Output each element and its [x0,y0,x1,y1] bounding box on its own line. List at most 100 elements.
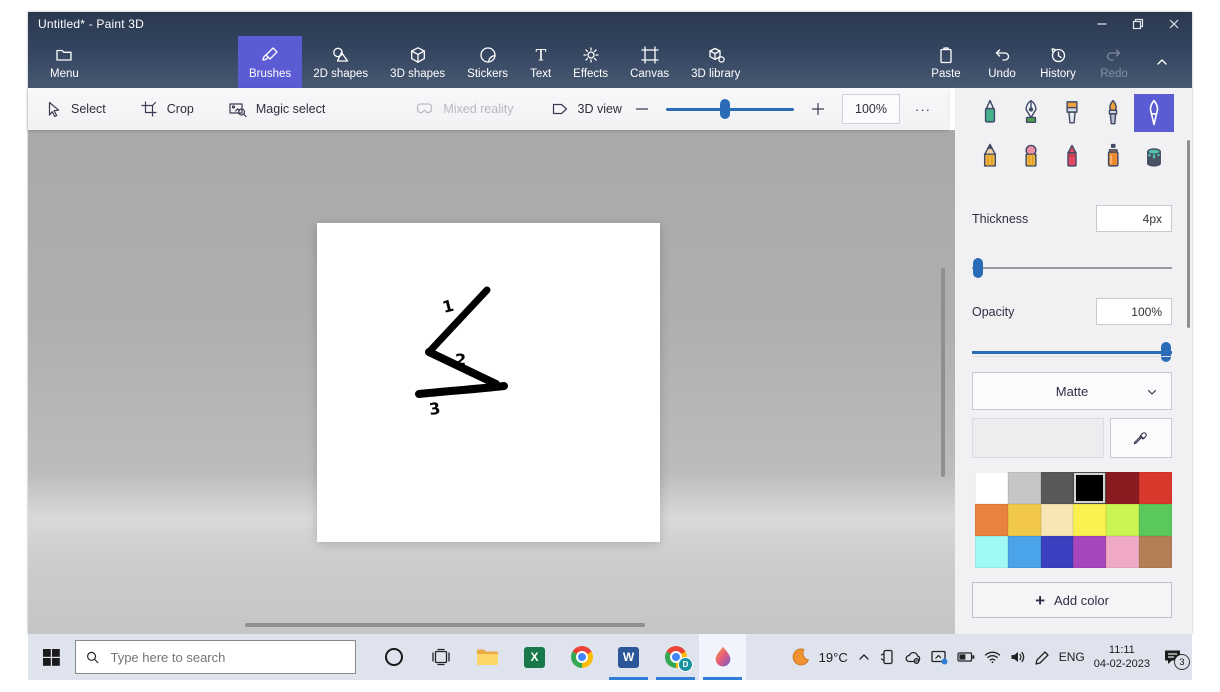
chrome-button[interactable] [558,634,605,680]
wifi-button[interactable] [984,650,1001,664]
opacity-input[interactable]: 100% [1096,298,1172,325]
workspace-vertical-scrollbar[interactable] [941,268,945,477]
workspace-horizontal-scrollbar[interactable] [245,623,645,627]
thickness-slider-thumb[interactable] [973,258,983,278]
color-swatch[interactable] [1040,536,1074,568]
taskbar-search[interactable] [75,640,356,674]
tab-3d-library[interactable]: 3D library [680,36,751,88]
your-phone-button[interactable] [880,649,895,665]
battery-button[interactable] [957,651,975,663]
minimize-button[interactable] [1084,12,1120,36]
magic-select-button[interactable]: Magic select [228,100,325,118]
action-center-button[interactable]: 3 [1163,649,1190,670]
redo-button[interactable]: Redo [1086,36,1142,88]
weather-widget[interactable] [792,648,810,666]
tool-eraser[interactable] [1011,138,1051,176]
task-view-button[interactable] [417,634,464,680]
select-button[interactable]: Select [44,100,106,118]
excel-button[interactable]: X [511,634,558,680]
menu-button[interactable]: Menu [42,36,87,88]
color-swatch[interactable] [1139,472,1172,504]
tool-pencil[interactable] [970,138,1010,176]
crop-button[interactable]: Crop [140,100,194,118]
word-button[interactable]: W [605,634,652,680]
search-input[interactable] [108,648,345,666]
color-swatch[interactable] [1139,536,1172,568]
temperature-label[interactable]: 19°C [819,650,848,665]
color-swatch[interactable] [1139,504,1172,536]
zoom-slider-thumb[interactable] [719,99,730,119]
color-swatch[interactable] [975,504,1008,536]
eyedropper-button[interactable] [1110,418,1172,458]
tool-marker[interactable] [970,94,1010,132]
zoom-slider[interactable] [666,99,794,119]
close-button[interactable] [1156,12,1192,36]
tool-fill[interactable] [1134,138,1174,176]
tab-2d-shapes[interactable]: 2D shapes [302,36,379,88]
paint3d-taskbar-button[interactable] [699,634,746,680]
collapse-ribbon-button[interactable] [1142,36,1182,88]
color-swatch[interactable] [1106,504,1140,536]
thickness-input[interactable]: 4px [1096,205,1172,232]
language-indicator[interactable]: ENG [1059,650,1085,664]
tray-expand-button[interactable] [857,650,871,664]
screen-share-button[interactable] [931,650,948,665]
doodle-label-3: 3 [428,399,442,419]
undo-button[interactable]: Undo [974,36,1030,88]
color-swatch[interactable] [1073,504,1107,536]
color-swatch[interactable] [1007,504,1041,536]
color-swatch[interactable] [1007,536,1041,568]
clock-widget[interactable]: 11:11 04-02-2023 [1094,643,1150,672]
start-button[interactable] [28,634,75,680]
pixel-pen-icon [1149,99,1159,126]
volume-button[interactable] [1010,650,1026,664]
color-swatch-selected[interactable] [1073,472,1107,504]
3d-view-button[interactable]: 3D view [550,100,622,118]
tool-spray-can[interactable] [1093,138,1133,176]
profile-d-badge: D [678,657,693,672]
color-swatch[interactable] [1040,472,1074,504]
tab-canvas[interactable]: Canvas [619,36,680,88]
zoom-value[interactable]: 100% [842,94,900,124]
material-dropdown[interactable]: Matte [972,372,1172,410]
chrome-profile-button[interactable]: D [652,634,699,680]
tab-3d-shapes[interactable]: 3D shapes [379,36,456,88]
tab-effects[interactable]: Effects [562,36,619,88]
tab-stickers[interactable]: Stickers [456,36,519,88]
pen-settings-button[interactable] [1035,650,1050,665]
color-swatch[interactable] [1007,472,1041,504]
color-swatch[interactable] [975,536,1008,568]
tool-crayon[interactable] [1052,138,1092,176]
mixed-reality-button[interactable]: Mixed reality [415,100,514,118]
add-color-button[interactable]: + Add color [972,582,1172,618]
color-swatch[interactable] [1040,504,1074,536]
drawing-canvas[interactable]: 1 2 3 [317,223,660,542]
more-options-button[interactable]: ··· [906,95,940,123]
tool-watercolor[interactable] [1093,94,1133,132]
color-swatch[interactable] [1106,536,1140,568]
opacity-slider-thumb[interactable] [1161,342,1171,362]
tool-oil-brush[interactable] [1052,94,1092,132]
paste-button[interactable]: Paste [918,36,974,88]
close-icon [1169,19,1179,29]
tab-text[interactable]: T Text [519,36,562,88]
cortana-button[interactable] [370,634,417,680]
onedrive-button[interactable] [904,650,922,665]
thickness-slider[interactable] [972,258,1172,278]
tool-pixel-pen[interactable] [1134,94,1174,132]
file-explorer-button[interactable] [464,634,511,680]
sidebar-divider [972,356,1172,357]
zoom-in-button[interactable] [810,101,826,117]
restore-button[interactable] [1120,12,1156,36]
sidebar-scrollbar[interactable] [1187,140,1190,328]
color-swatch[interactable] [1106,472,1140,504]
zoom-out-button[interactable] [634,101,650,117]
onedrive-cloud-icon [905,651,920,664]
history-button[interactable]: History [1030,36,1086,88]
canvas-icon [640,45,659,64]
color-swatch[interactable] [975,472,1008,504]
tab-brushes[interactable]: Brushes [238,36,303,88]
tool-calligraphy-pen[interactable] [1011,94,1051,132]
opacity-slider[interactable] [972,342,1172,362]
color-swatch[interactable] [1073,536,1107,568]
